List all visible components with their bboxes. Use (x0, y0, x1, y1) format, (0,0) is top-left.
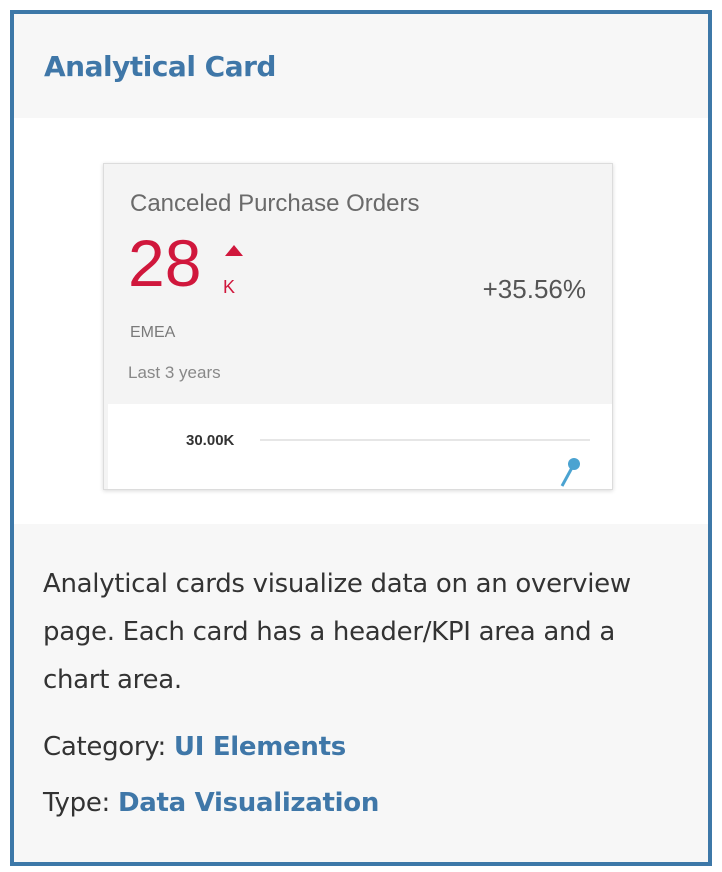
line-chart: 30.00K (186, 432, 590, 487)
data-point (568, 458, 580, 470)
category-line: Category: UI Elements (43, 732, 346, 762)
kpi-delta: +35.56% (482, 274, 586, 304)
triangle-up-icon (225, 245, 243, 256)
panel-description: Analytical cards visualize data on an ov… (43, 569, 631, 695)
preview-area: Canceled Purchase Orders 28 K +35.56% EM… (14, 118, 708, 524)
info-panel: Analytical Card Canceled Purchase Orders… (10, 10, 712, 866)
card-title: Canceled Purchase Orders (130, 190, 420, 217)
type-link[interactable]: Data Visualization (118, 788, 379, 818)
chart-area: 30.00K (108, 404, 612, 489)
kpi-unit: K (223, 277, 236, 297)
card-region: EMEA (130, 324, 176, 341)
kpi-value: 28 (128, 226, 202, 300)
type-line: Type: Data Visualization (43, 788, 379, 818)
panel-title: Analytical Card (44, 50, 276, 83)
category-link[interactable]: UI Elements (174, 732, 346, 762)
type-label: Type: (43, 788, 110, 818)
y-tick-label: 30.00K (186, 432, 235, 449)
card-period: Last 3 years (128, 363, 221, 382)
category-label: Category: (43, 732, 166, 762)
analytical-card-preview: Canceled Purchase Orders 28 K +35.56% EM… (103, 163, 613, 490)
